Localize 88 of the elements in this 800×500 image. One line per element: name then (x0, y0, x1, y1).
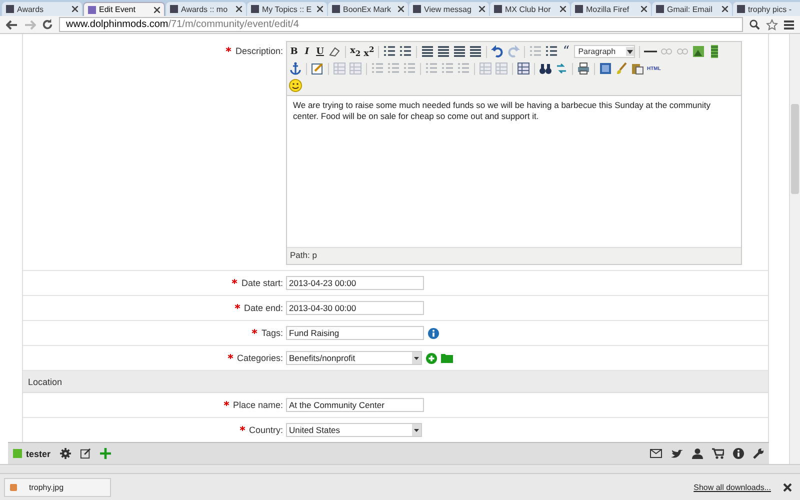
editor-text[interactable]: We are trying to raise some much needed funds so we will be having a barbecue this Sunday at the community center. Food will be on sale for cheap so come out and support it. (287, 96, 741, 247)
download-item[interactable]: trophy.jpg (4, 478, 111, 496)
menu-icon[interactable] (784, 20, 794, 30)
horizontal-scrollbar[interactable] (0, 464, 800, 473)
toolbar-button[interactable]: x$_{2}$ (350, 46, 361, 58)
field-label: Description: (235, 46, 283, 56)
align-icon[interactable] (453, 45, 466, 58)
paste-icon[interactable] (631, 62, 644, 75)
select-field[interactable]: Benefits/nonprofit (286, 351, 422, 365)
toolbar-button[interactable]: x$^{2}$ (364, 44, 374, 58)
add-icon[interactable] (426, 352, 437, 364)
browser-tab[interactable]: Awards :: mo (166, 2, 246, 16)
align-icon[interactable] (469, 45, 482, 58)
show-all-downloads-link[interactable]: Show all downloads... (694, 482, 771, 492)
align-icon[interactable] (421, 45, 434, 58)
vertical-scrollbar[interactable] (789, 34, 800, 464)
smiley-icon[interactable] (289, 79, 302, 92)
back-icon[interactable] (6, 20, 18, 30)
close-icon[interactable] (722, 6, 728, 12)
address-field[interactable]: www.dolphinmods.com/71/m/community/event/edit/4 (59, 17, 743, 32)
browser-tab[interactable]: Edit Event (83, 2, 165, 16)
table-icon[interactable] (517, 62, 530, 75)
close-icon[interactable] (154, 6, 160, 12)
browser-tab[interactable]: Mozilla Firef (571, 2, 651, 16)
user-menu[interactable]: tester (13, 448, 51, 458)
paragraph-select[interactable]: Paragraph (574, 45, 636, 58)
browser-tab[interactable]: MX Club Hor (490, 2, 570, 16)
text-field[interactable]: At the Community Center (286, 398, 424, 412)
list-icon[interactable] (399, 45, 412, 58)
reload-icon[interactable] (42, 19, 53, 30)
element-path: Path: p (290, 250, 317, 260)
monitor-icon[interactable] (599, 62, 612, 75)
close-icon[interactable] (479, 6, 485, 12)
close-icon[interactable] (783, 482, 792, 492)
caret-icon[interactable] (412, 424, 421, 436)
field-label: Date start: (241, 278, 283, 288)
bird-icon[interactable] (671, 448, 683, 458)
undo-icon[interactable] (491, 45, 504, 58)
anchor-icon[interactable] (289, 62, 302, 75)
printer-icon[interactable] (577, 62, 590, 75)
browser-tab[interactable]: Gmail: Email (652, 2, 732, 16)
image-icon[interactable] (692, 45, 706, 58)
field-label: Country: (248, 425, 283, 435)
text-field[interactable]: 2013-04-30 00:00 (286, 301, 424, 315)
toolbar-button[interactable]: I (302, 46, 312, 56)
toolbar-button[interactable]: B (289, 46, 299, 56)
close-icon[interactable] (72, 6, 78, 12)
list-icon[interactable] (383, 45, 396, 58)
edit-icon[interactable] (311, 62, 324, 75)
caret-icon[interactable] (626, 47, 634, 56)
text-field[interactable]: Fund Raising (286, 326, 424, 340)
list-icon[interactable] (545, 45, 558, 58)
browser-tab[interactable]: BoonEx Mark (328, 2, 408, 16)
zoom-icon[interactable] (749, 19, 760, 30)
close-icon[interactable] (560, 6, 566, 12)
section-heading: Location (28, 376, 62, 386)
browser-tab[interactable]: View messag (409, 2, 489, 16)
browser-tab[interactable]: My Topics :: E (247, 2, 327, 16)
browser-tab[interactable]: Awards (2, 2, 82, 16)
star-icon[interactable] (766, 18, 778, 30)
browser-tab[interactable]: trophy pics - (733, 2, 800, 16)
edit-icon[interactable] (80, 448, 91, 459)
field-label: Date end: (244, 303, 283, 313)
wrench-icon[interactable] (753, 448, 764, 459)
brush-icon[interactable] (615, 62, 628, 75)
binoculars-icon[interactable] (539, 62, 552, 75)
text-field[interactable]: 2013-04-23 00:00 (286, 276, 424, 290)
gear-icon[interactable] (60, 448, 71, 459)
close-icon[interactable] (236, 6, 242, 12)
replace-icon[interactable] (555, 62, 568, 75)
close-icon[interactable] (398, 6, 404, 12)
mail-icon[interactable] (650, 449, 662, 458)
toolbar-button[interactable]: “ (561, 46, 572, 56)
eraser-icon[interactable] (328, 45, 341, 58)
plus-icon[interactable] (100, 448, 111, 459)
close-icon[interactable] (641, 6, 647, 12)
info-icon[interactable] (733, 448, 744, 459)
field-label: Place name: (232, 400, 283, 410)
field-label: Categories: (236, 353, 283, 363)
select-field[interactable]: United States (286, 423, 422, 437)
cart-icon[interactable] (712, 448, 724, 459)
caret-icon[interactable] (412, 352, 421, 364)
person-icon[interactable] (692, 448, 703, 459)
folder-icon[interactable] (441, 353, 453, 363)
align-icon[interactable] (437, 45, 450, 58)
field-label: Tags: (261, 328, 283, 338)
close-icon[interactable] (317, 6, 323, 12)
toolbar-button[interactable]: U (315, 46, 325, 56)
